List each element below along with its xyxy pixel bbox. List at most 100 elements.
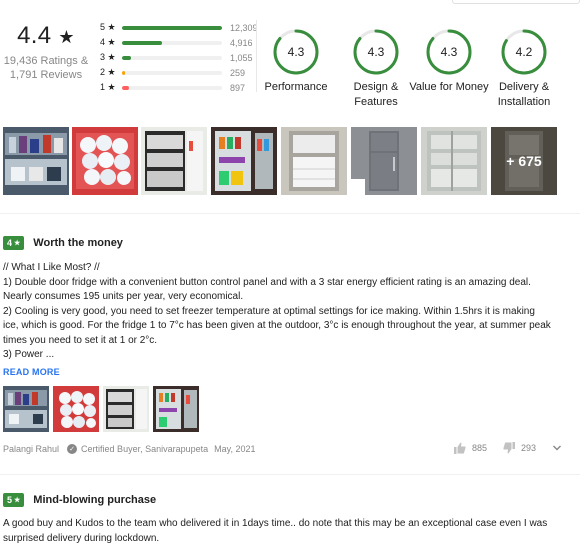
distribution-count: 897 bbox=[230, 82, 246, 93]
review-votes: 885 293 bbox=[453, 442, 562, 454]
distribution-bar bbox=[122, 25, 222, 30]
certified-buyer-location: Certified Buyer, Sanivarapupeta bbox=[81, 444, 209, 454]
star-icon: ★ bbox=[14, 240, 21, 247]
distribution-bar bbox=[122, 40, 222, 45]
review-photo[interactable] bbox=[153, 385, 199, 432]
distribution-count: 259 bbox=[230, 67, 246, 78]
gallery-photo[interactable] bbox=[351, 127, 417, 195]
review-photo[interactable] bbox=[3, 385, 49, 432]
star-icon: ★ bbox=[14, 497, 21, 504]
distribution-count: 4,916 bbox=[230, 37, 253, 48]
fridge-door-photo bbox=[3, 385, 49, 432]
gallery-photo[interactable] bbox=[281, 127, 347, 195]
distribution-count: 12,309 bbox=[230, 22, 258, 33]
distribution-count: 1,055 bbox=[230, 52, 253, 63]
gallery-photo-more[interactable]: + 675 bbox=[491, 127, 557, 195]
review-header: 5 ★ Mind-blowing purchase bbox=[3, 493, 578, 507]
fridge-door-photo bbox=[3, 127, 69, 195]
metric-value: 4.3 bbox=[440, 45, 458, 59]
rating-distribution: 5 ★ 12,309 4 ★ 4,916 3 ★ 1,055 2 ★ 259 1… bbox=[100, 20, 260, 95]
metric-label: Design & Features bbox=[353, 81, 399, 108]
distribution-bar-fill bbox=[122, 25, 222, 30]
section-divider bbox=[0, 213, 580, 214]
metric-label: Performance bbox=[264, 81, 328, 93]
dislike-count: 293 bbox=[520, 443, 536, 453]
fridge-interior-photo bbox=[103, 385, 149, 432]
review-photo[interactable] bbox=[53, 385, 99, 432]
fridge-open-photo bbox=[281, 127, 347, 195]
fridge-interior-photo bbox=[141, 127, 207, 195]
review-text: // What I Like Most? // 1) Double door f… bbox=[3, 262, 551, 360]
gallery-photo[interactable] bbox=[141, 127, 207, 195]
distribution-bar-fill bbox=[122, 85, 129, 90]
overall-rating: 4.4 ★ 19,436 Ratings & 1,791 Reviews bbox=[0, 22, 92, 82]
review-title: Mind-blowing purchase bbox=[33, 494, 157, 506]
review-card: 4 ★ Worth the money // What I Like Most?… bbox=[3, 236, 578, 432]
gallery-photo[interactable] bbox=[3, 127, 69, 195]
distribution-row-2: 2 ★ 259 bbox=[100, 65, 260, 80]
fridge-exterior-photo bbox=[351, 127, 417, 195]
rating-ring: 4.3 bbox=[425, 28, 473, 76]
rating-ring: 4.3 bbox=[352, 28, 400, 76]
star-level-label: 1 ★ bbox=[100, 82, 116, 92]
metric-delivery-installation[interactable]: 4.2 Delivery & Installation bbox=[486, 28, 562, 110]
summary-divider bbox=[256, 20, 257, 92]
rating-ring: 4.3 bbox=[272, 28, 320, 76]
review-card: 5 ★ Mind-blowing purchase A good buy and… bbox=[3, 493, 578, 546]
customer-photo-gallery: + 675 bbox=[3, 127, 563, 195]
ice-tray-photo bbox=[72, 127, 138, 195]
read-more-link[interactable]: READ MORE bbox=[3, 367, 578, 377]
review-header: 4 ★ Worth the money bbox=[3, 236, 578, 250]
star-level-label: 5 ★ bbox=[100, 22, 116, 32]
distribution-bar bbox=[122, 85, 222, 90]
fridge-shelves-photo bbox=[421, 127, 487, 195]
like-count: 885 bbox=[471, 443, 487, 453]
metric-label: Delivery & Installation bbox=[497, 81, 551, 108]
thumbs-up-icon[interactable] bbox=[453, 442, 466, 454]
more-photos-count: + 675 bbox=[491, 127, 557, 195]
review-meta: Palangi Rahul ✓ Certified Buyer, Sanivar… bbox=[3, 442, 578, 456]
stocked-fridge-photo bbox=[211, 127, 277, 195]
gallery-photo[interactable] bbox=[211, 127, 277, 195]
review-text: A good buy and Kudos to the team who del… bbox=[3, 518, 548, 544]
star-level-label: 3 ★ bbox=[100, 52, 116, 62]
star-icon: ★ bbox=[58, 27, 75, 47]
gallery-photo[interactable] bbox=[421, 127, 487, 195]
distribution-bar-fill bbox=[122, 55, 131, 60]
ratings-count: 19,436 Ratings & bbox=[3, 55, 89, 67]
star-level-label: 2 ★ bbox=[100, 67, 116, 77]
top-button-edge bbox=[452, 0, 580, 4]
metric-value-for-money[interactable]: 4.3 Value for Money bbox=[409, 28, 489, 95]
distribution-bar bbox=[122, 70, 222, 75]
ice-tray-photo bbox=[53, 385, 99, 432]
review-rating-badge: 5 ★ bbox=[3, 493, 25, 507]
review-photos bbox=[3, 385, 578, 432]
certified-check-icon: ✓ bbox=[67, 444, 78, 454]
section-divider bbox=[0, 474, 580, 475]
chevron-down-icon[interactable] bbox=[552, 443, 562, 453]
distribution-row-5: 5 ★ 12,309 bbox=[100, 20, 260, 35]
thumbs-down-icon[interactable] bbox=[503, 442, 515, 454]
average-rating: 4.4 ★ bbox=[17, 22, 75, 49]
star-level-label: 4 ★ bbox=[100, 37, 116, 47]
reviewer-name: Palangi Rahul bbox=[3, 444, 60, 454]
metric-value: 4.3 bbox=[287, 45, 305, 59]
review-photo[interactable] bbox=[103, 385, 149, 432]
distribution-bar-fill bbox=[122, 40, 162, 45]
distribution-row-3: 3 ★ 1,055 bbox=[100, 50, 260, 65]
metric-value: 4.2 bbox=[515, 45, 533, 59]
stocked-fridge-photo bbox=[153, 385, 199, 432]
metric-label: Value for Money bbox=[409, 81, 489, 93]
rating-counts: 19,436 Ratings & 1,791 Reviews bbox=[0, 54, 92, 82]
gallery-photo[interactable] bbox=[72, 127, 138, 195]
distribution-bar bbox=[122, 55, 222, 60]
metric-design-features[interactable]: 4.3 Design & Features bbox=[338, 28, 414, 110]
review-title: Worth the money bbox=[33, 237, 123, 249]
review-rating-badge: 4 ★ bbox=[3, 236, 25, 250]
distribution-row-1: 1 ★ 897 bbox=[100, 80, 260, 95]
distribution-row-4: 4 ★ 4,916 bbox=[100, 35, 260, 50]
metric-value: 4.3 bbox=[367, 45, 385, 59]
metric-performance[interactable]: 4.3 Performance bbox=[258, 28, 334, 95]
review-date: May, 2021 bbox=[214, 444, 256, 454]
rating-ring: 4.2 bbox=[500, 28, 548, 76]
